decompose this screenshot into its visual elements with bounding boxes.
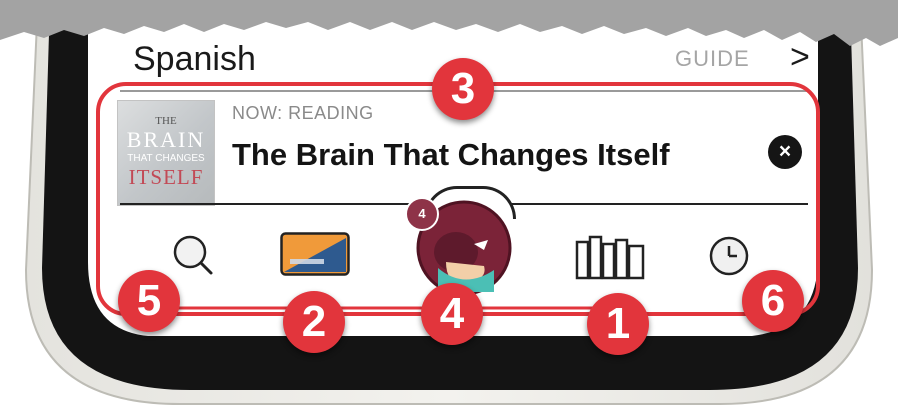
callout-5: 5 (118, 270, 180, 332)
callout-2: 2 (283, 291, 345, 353)
screenshot-stage: Spanish GUIDE > THE BRAIN THAT CHANGES I… (0, 0, 898, 415)
callout-3: 3 (432, 58, 494, 120)
callout-6: 6 (742, 270, 804, 332)
callout-1: 1 (587, 293, 649, 355)
callout-4: 4 (421, 283, 483, 345)
